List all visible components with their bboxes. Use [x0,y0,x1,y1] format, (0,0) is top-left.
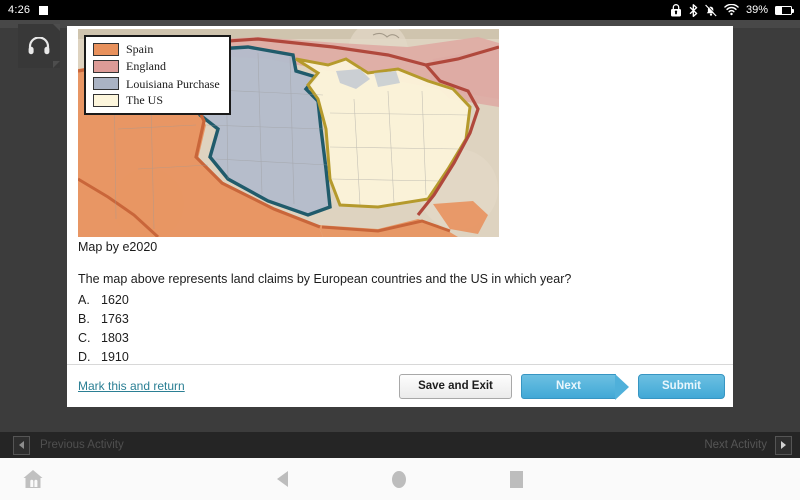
answer-choice-c[interactable]: C. 1803 [78,331,678,345]
answer-choice-a[interactable]: A. 1620 [78,293,678,307]
legend-swatch-louisiana-purchase [93,77,119,90]
status-icon-tray: 39% [670,3,794,17]
legend-label: Louisiana Purchase [126,76,220,91]
previous-activity-button[interactable] [13,435,30,455]
android-status-bar: 4:26 39% [0,0,800,20]
mark-this-and-return-link[interactable]: Mark this and return [78,379,185,393]
answer-choice-b[interactable]: B. 1763 [78,312,678,326]
vibrate-off-icon [705,3,717,16]
historical-map-image: Spain England Louisiana Purchase The US [78,29,499,237]
map-legend: Spain England Louisiana Purchase The US [84,35,231,115]
legend-item: Spain [93,43,220,56]
legend-label: Spain [126,42,154,57]
answer-choice-d[interactable]: D. 1910 [78,350,678,364]
question-prompt: The map above represents land claims by … [78,272,572,286]
next-button[interactable]: Next [521,373,629,400]
bluetooth-icon [689,3,698,17]
lesson-footer: Mark this and return Save and Exit Next … [67,365,733,407]
legend-label: England [126,59,166,74]
choice-letter: A. [78,293,90,307]
next-activity-button[interactable] [775,435,792,455]
legend-item: England [93,60,220,73]
lesson-content-panel: Spain England Louisiana Purchase The US … [67,26,733,407]
previous-activity-label: Previous Activity [40,439,124,451]
lock-icon [670,3,681,16]
square-notification-icon [39,5,49,15]
map-caption: Map by e2020 [78,240,158,254]
choice-text: 1910 [101,350,129,364]
battery-percent-label: 39% [745,4,768,16]
legend-item: The US [93,94,220,107]
legend-item: Louisiana Purchase [93,77,220,90]
android-navigation-bar [0,458,800,500]
nav-button-group [0,470,800,488]
submit-button[interactable]: Submit [638,373,725,399]
legend-swatch-england [93,60,119,73]
next-activity-label: Next Activity [704,439,767,451]
legend-swatch-the-us [93,94,119,107]
triangle-right-icon [781,441,786,449]
triangle-left-icon [19,441,24,449]
choice-text: 1620 [101,293,129,307]
battery-icon [775,5,794,15]
choice-text: 1763 [101,312,129,326]
activity-navigation-bar: Previous Activity Next Activity [0,432,800,458]
legend-label: The US [126,93,163,108]
home-circle-icon[interactable] [392,470,406,488]
status-clock: 4:26 [8,4,31,16]
legend-swatch-spain [93,43,119,56]
save-and-exit-button[interactable]: Save and Exit [399,373,512,399]
choice-letter: B. [78,312,90,326]
question-block: The map above represents land claims by … [78,272,678,369]
headphone-icon [28,37,50,55]
audio-headphone-button[interactable] [18,24,60,68]
choice-letter: C. [78,331,91,345]
choice-letter: D. [78,350,91,364]
footer-button-group: Save and Exit Next Submit [399,373,725,400]
recents-square-icon[interactable] [510,470,523,488]
back-triangle-icon[interactable] [277,471,288,487]
wifi-icon [724,4,739,16]
choice-text: 1803 [101,331,129,345]
